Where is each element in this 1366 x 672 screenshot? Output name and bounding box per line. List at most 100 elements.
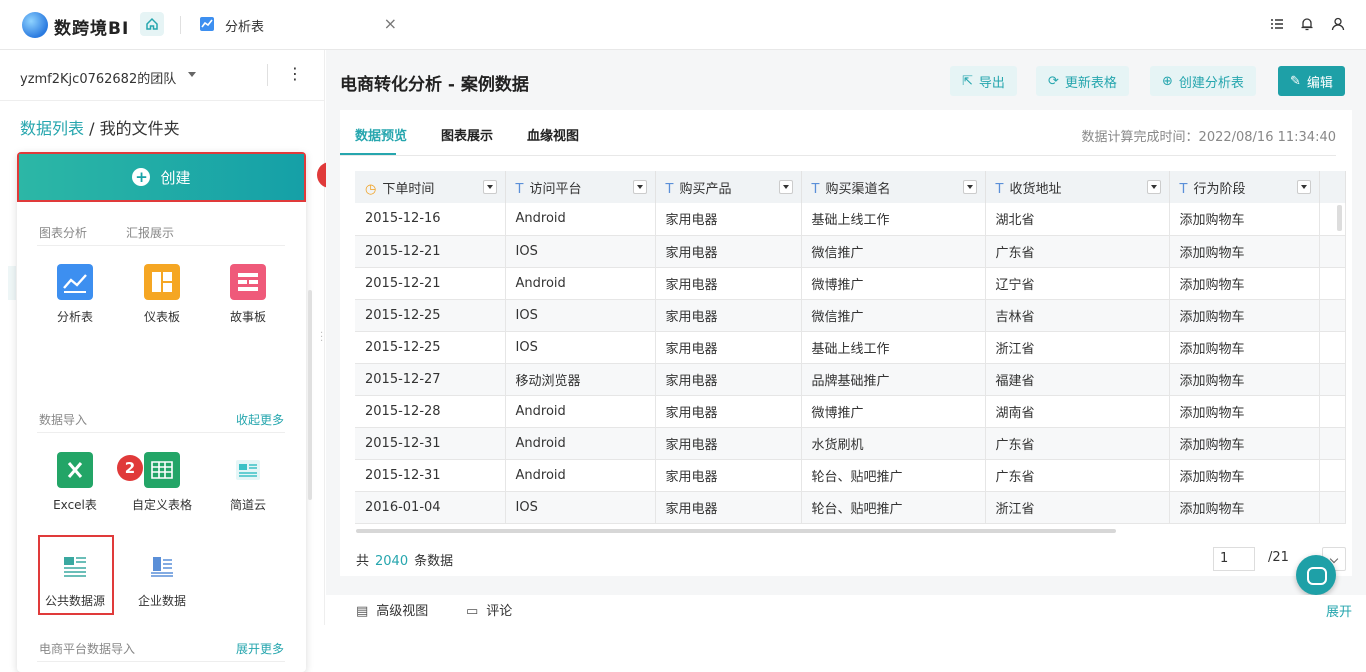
total-pages: /21 — [1268, 550, 1289, 565]
create-analysis-button[interactable]: ⊕ 创建分析表 — [1150, 66, 1256, 96]
table-cell: 添加购物车 — [1169, 331, 1320, 364]
column-header[interactable]: T 购买渠道名 — [801, 171, 986, 203]
notification-bell-icon[interactable] — [1298, 15, 1316, 33]
tab-chart-display[interactable]: 图表展示 — [441, 125, 493, 144]
table-cell: 家用电器 — [655, 491, 802, 524]
text-type-icon: T — [811, 181, 820, 197]
collapse-more-link[interactable]: 收起更多 — [236, 411, 284, 428]
text-type-icon: T — [995, 181, 1004, 197]
tile-label: 企业数据 — [137, 594, 186, 608]
table-cell: Android — [505, 427, 656, 460]
table-horizontal-scrollbar[interactable] — [356, 529, 1116, 533]
column-label: 购买渠道名 — [825, 181, 891, 197]
table-cell: 轮台、贴吧推广 — [801, 491, 986, 524]
chat-support-icon[interactable] — [1296, 555, 1336, 595]
clock-icon: ◷ — [365, 181, 377, 197]
tile-label: Excel表 — [53, 498, 97, 512]
user-profile-icon[interactable] — [1329, 15, 1347, 33]
table-row: 2015-12-25 IOS 家用电器 基础上线工作 浙江省 添加购物车 — [355, 331, 1346, 364]
table-cell: Android — [505, 203, 656, 236]
jiandaoyun-icon — [230, 452, 266, 488]
text-type-icon: T — [515, 181, 524, 197]
column-menu-dropdown-icon[interactable] — [482, 180, 497, 194]
team-selector[interactable]: yzmf2Kjc0762682的团队 — [20, 68, 176, 87]
divider — [37, 245, 285, 246]
advanced-view-button[interactable]: ▤ 高级视图 — [356, 600, 428, 619]
section-chart-analysis[interactable]: 图表分析 — [39, 224, 87, 241]
caret-down-icon[interactable] — [188, 72, 196, 77]
table-cell: 浙江省 — [985, 491, 1170, 524]
table-cell: 辽宁省 — [985, 267, 1170, 300]
page-number-input[interactable]: 1 — [1213, 547, 1255, 571]
home-button[interactable] — [140, 12, 164, 36]
more-options-icon[interactable]: ⋮ — [287, 66, 303, 82]
table-cell: 微博推广 — [801, 267, 986, 300]
table-cell: 2015-12-31 — [355, 459, 506, 492]
breadcrumb-data-list[interactable]: 数据列表 — [20, 119, 84, 138]
table-cell: 家用电器 — [655, 203, 802, 236]
table-cell: Android — [505, 395, 656, 428]
table-vertical-scrollbar[interactable] — [1337, 205, 1342, 231]
table-cell: 添加购物车 — [1169, 299, 1320, 332]
import-enterprise-data[interactable]: 企业数据 — [122, 548, 202, 609]
create-dashboard[interactable]: 仪表板 — [122, 264, 202, 325]
table-cell: 品牌基础推广 — [801, 363, 986, 396]
tile-label: 仪表板 — [143, 310, 180, 324]
column-header-partial — [1319, 171, 1346, 203]
row-count: 共 2040 条数据 — [356, 550, 453, 569]
create-button[interactable]: + 创建 — [17, 152, 306, 202]
export-label: 导出 — [978, 75, 1005, 91]
column-menu-dropdown-icon[interactable] — [778, 180, 793, 194]
divider — [340, 155, 1336, 156]
table-cell-partial — [1319, 331, 1346, 364]
table-cell-partial — [1319, 459, 1346, 492]
task-list-icon[interactable] — [1268, 15, 1286, 33]
sidebar-scrollbar[interactable] — [308, 290, 312, 500]
column-header[interactable]: T 收货地址 — [985, 171, 1170, 203]
text-type-icon: T — [665, 181, 674, 197]
close-tab-icon[interactable]: × — [384, 14, 397, 33]
column-menu-dropdown-icon[interactable] — [1146, 180, 1161, 194]
table-cell: 2015-12-16 — [355, 203, 506, 236]
comment-button[interactable]: ▭ 评论 — [466, 600, 512, 619]
column-label: 访问平台 — [529, 181, 582, 197]
column-header[interactable]: ◷ 下单时间 — [355, 171, 506, 203]
table-cell: IOS — [505, 299, 656, 332]
expand-button[interactable]: 展开 — [1326, 601, 1352, 620]
table-cell: 福建省 — [985, 363, 1170, 396]
column-label: 下单时间 — [382, 181, 435, 197]
table-cell: 微博推广 — [801, 395, 986, 428]
expand-more-link[interactable]: 展开更多 — [236, 640, 284, 657]
column-menu-dropdown-icon[interactable] — [632, 180, 647, 194]
resize-grip-icon[interactable]: · · · — [320, 329, 323, 347]
tab-analysis-table[interactable]: 分析表 × — [188, 0, 403, 50]
tab-data-preview[interactable]: 数据预览 — [355, 125, 407, 144]
column-header[interactable]: T 行为阶段 — [1169, 171, 1320, 203]
section-report-display[interactable]: 汇报展示 — [126, 224, 174, 241]
separator — [267, 64, 268, 86]
import-jiandaoyun[interactable]: 简道云 — [208, 452, 288, 513]
edit-label: 编辑 — [1306, 75, 1333, 91]
table-cell-partial — [1319, 427, 1346, 460]
column-header[interactable]: T 访问平台 — [505, 171, 656, 203]
divider — [37, 661, 285, 662]
table-row: 2016-01-04 IOS 家用电器 轮台、贴吧推广 浙江省 添加购物车 — [355, 491, 1346, 524]
home-icon — [146, 17, 158, 30]
column-menu-dropdown-icon[interactable] — [1296, 180, 1311, 194]
create-analysis-table[interactable]: 分析表 — [35, 264, 115, 325]
column-menu-dropdown-icon[interactable] — [962, 180, 977, 194]
edit-button[interactable]: ✎ 编辑 — [1278, 66, 1345, 96]
import-excel[interactable]: Excel表 — [35, 452, 115, 513]
analysis-table-icon — [57, 264, 93, 300]
tab-lineage-view[interactable]: 血缘视图 — [527, 125, 579, 144]
nav-item-marker — [8, 266, 16, 300]
top-bar: 数跨境BI 分析表 × — [0, 0, 1366, 50]
plus-circle-icon: + — [132, 168, 151, 186]
table-cell: 家用电器 — [655, 427, 802, 460]
export-button[interactable]: ⇱ 导出 — [950, 66, 1017, 96]
count-prefix: 共 — [356, 554, 370, 569]
refresh-table-button[interactable]: ⟳ 更新表格 — [1036, 66, 1129, 96]
table-cell: IOS — [505, 491, 656, 524]
create-storyboard[interactable]: 故事板 — [208, 264, 288, 325]
column-header[interactable]: T 购买产品 — [655, 171, 802, 203]
